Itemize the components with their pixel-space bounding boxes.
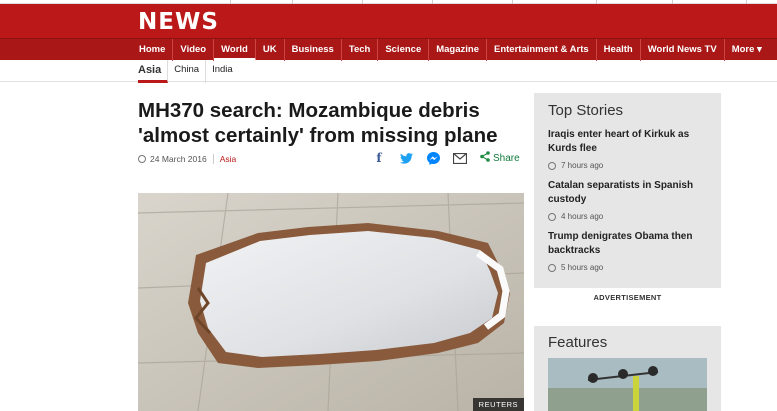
nav-item-health[interactable]: Health [597,39,641,61]
clock-icon [548,263,556,272]
top-story-time: 7 hours ago [548,161,713,170]
nav-item-science[interactable]: Science [378,39,430,61]
feature-image[interactable] [548,358,707,411]
article-date: 24 March 2016 [150,154,207,164]
image-credit: REUTERS [472,398,524,411]
debris-photo [138,193,524,411]
clock-icon [548,161,556,170]
nav-item-tech[interactable]: Tech [342,39,379,61]
share-icon [480,151,490,165]
nav-item-home[interactable]: Home [132,39,174,61]
nav-item-more[interactable]: More ▾ [725,39,769,61]
subnav-item-china[interactable]: China [168,60,207,83]
meta-divider [212,154,214,164]
nav-item-video[interactable]: Video [173,39,215,61]
share-button[interactable]: Share [480,151,520,165]
clock-icon [138,155,146,163]
messenger-icon[interactable] [426,151,440,165]
twitter-icon[interactable] [399,151,413,165]
share-label: Share [493,152,520,164]
article-section-link[interactable]: Asia [220,154,237,164]
subnav-item-india[interactable]: India [206,60,239,83]
clock-icon [548,212,556,221]
top-story-time: 5 hours ago [548,263,713,272]
top-story-item[interactable]: Catalan separatists in Spanish custody 4… [548,179,713,221]
nav-item-magazine[interactable]: Magazine [429,39,487,61]
top-stories-title: Top Stories [548,102,624,119]
nav-item-uk[interactable]: UK [256,39,285,61]
top-story-time-label: 4 hours ago [561,212,604,221]
email-icon[interactable] [453,151,467,165]
top-story-item[interactable]: Iraqis enter heart of Kirkuk as Kurds fl… [548,128,713,170]
subnav-item-asia[interactable]: Asia [138,60,169,83]
top-story-time: 4 hours ago [548,212,713,221]
top-story-title[interactable]: Iraqis enter heart of Kirkuk as Kurds fl… [548,128,713,156]
article-headline: MH370 search: Mozambique debris 'almost … [138,99,498,147]
top-story-title[interactable]: Catalan separatists in Spanish custody [548,179,713,207]
article-meta: 24 March 2016 Asia [138,152,236,166]
advertisement-label: ADVERTISEMENT [593,293,662,302]
top-story-item[interactable]: Trump denigrates Obama then backtracks 5… [548,230,713,272]
nav-item-world[interactable]: World [214,39,256,61]
share-tools: f Share [372,150,520,166]
nav-item-business[interactable]: Business [285,39,342,61]
top-stories-panel: Top Stories Iraqis enter heart of Kirkuk… [534,93,721,288]
facebook-icon[interactable]: f [372,151,386,165]
sub-navigation: Asia China India [0,60,777,83]
news-logo[interactable]: NEWS [138,9,219,35]
top-story-time-label: 7 hours ago [561,161,604,170]
masthead: NEWS [0,4,777,38]
article-hero-image: REUTERS [138,193,524,411]
nav-item-world-news-tv[interactable]: World News TV [641,39,725,61]
nav-item-entertainment-arts[interactable]: Entertainment & Arts [487,39,597,61]
features-panel: Features [534,326,721,411]
features-title: Features [548,334,608,351]
top-story-title[interactable]: Trump denigrates Obama then backtracks [548,230,713,258]
main-navigation: Home Video World UK Business Tech Scienc… [0,38,777,61]
top-story-time-label: 5 hours ago [561,263,604,272]
